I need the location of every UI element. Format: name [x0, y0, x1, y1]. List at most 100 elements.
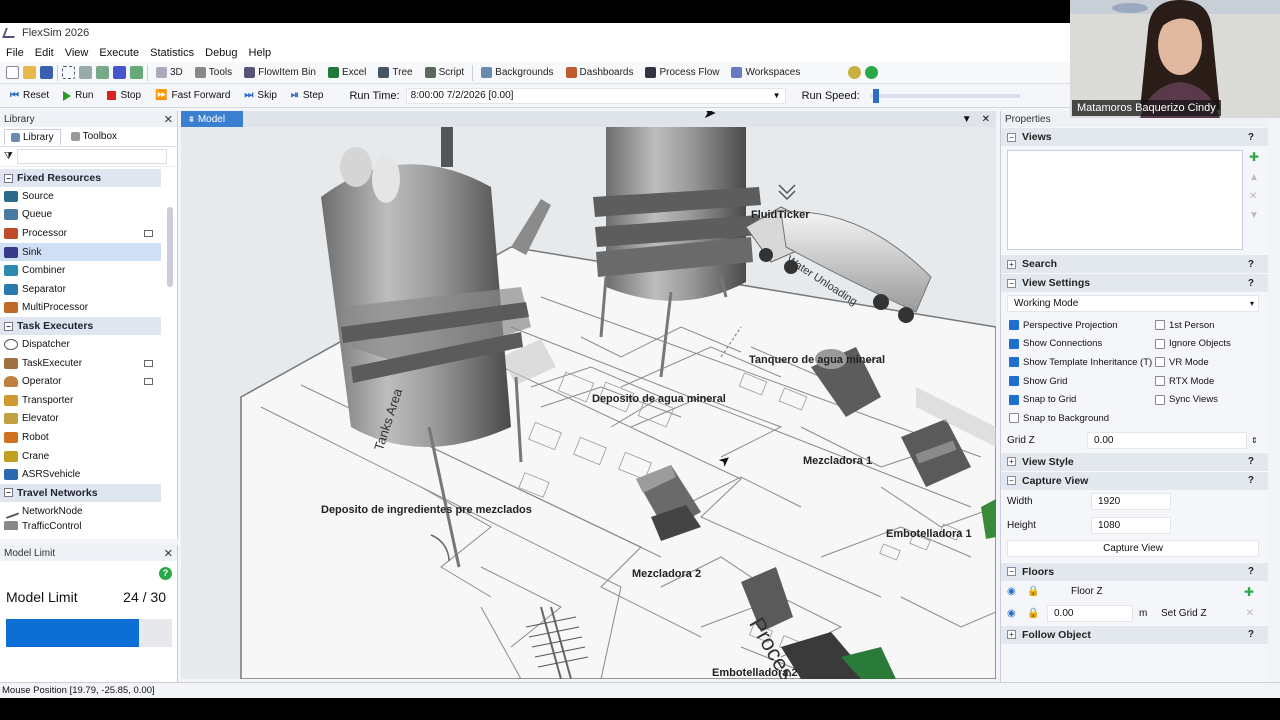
step-button[interactable]: ⏯ Step	[285, 86, 330, 106]
toolbar-script-button[interactable]: Script	[421, 64, 469, 82]
help-icon[interactable]	[865, 66, 879, 79]
help-icon[interactable]: ?	[1248, 629, 1254, 640]
library-item-sink[interactable]: Sink	[0, 242, 161, 262]
library-item-combiner[interactable]: Combiner	[0, 261, 161, 280]
section-view-style[interactable]: + View Style?	[1001, 451, 1268, 471]
chevron-down-icon[interactable]: ▼	[773, 91, 785, 100]
library-filter-input[interactable]	[16, 149, 167, 164]
floor-name[interactable]: Floor Z	[1071, 586, 1103, 597]
help-icon[interactable]: ?	[1248, 566, 1254, 577]
reset-button[interactable]: ⏮ Reset	[4, 86, 55, 106]
color-fill-icon[interactable]	[113, 66, 126, 79]
lock-icon[interactable]: 🔒	[1027, 608, 1047, 619]
collapse-icon[interactable]: −	[1007, 132, 1016, 142]
lock-icon[interactable]: 🔒	[1027, 586, 1071, 597]
toolbar-dashboards-button[interactable]: Dashboards	[562, 64, 638, 82]
spinner-icon[interactable]: ⇕	[1251, 436, 1258, 445]
sync-views-checkbox[interactable]: Sync Views	[1155, 390, 1231, 409]
tab-library[interactable]: Library	[4, 128, 61, 145]
library-item-dispatcher[interactable]: Dispatcher	[0, 335, 161, 354]
set-grid-z-button[interactable]: Set Grid Z	[1161, 608, 1207, 619]
save-icon[interactable]	[40, 66, 53, 79]
tab-toolbox[interactable]: Toolbox	[65, 129, 123, 144]
tab-model[interactable]: ⩩ Model	[181, 111, 244, 127]
perspective-projection-checkbox[interactable]: Perspective Projection	[1009, 316, 1155, 335]
first-person-checkbox[interactable]: 1st Person	[1155, 316, 1231, 335]
library-item-elevator[interactable]: Elevator	[0, 410, 161, 429]
select-mode-icon[interactable]	[62, 66, 75, 79]
library-item-queue[interactable]: Queue	[0, 206, 161, 225]
section-floors[interactable]: − Floors?	[1001, 561, 1268, 581]
expand-icon[interactable]: +	[1007, 457, 1016, 467]
toolbar-backgrounds-button[interactable]: Backgrounds	[477, 64, 557, 82]
collapse-icon[interactable]: −	[4, 321, 13, 331]
new-file-icon[interactable]	[6, 66, 19, 79]
run-speed-thumb[interactable]	[872, 88, 879, 103]
expand-icon[interactable]: +	[1007, 259, 1016, 269]
add-floor-icon[interactable]: ✚	[1244, 585, 1254, 599]
collapse-icon[interactable]: −	[4, 173, 13, 183]
collapse-icon[interactable]: −	[1007, 278, 1016, 288]
eye-icon[interactable]: ◉	[1007, 608, 1027, 619]
delete-floor-icon[interactable]: ✕	[1246, 608, 1254, 619]
library-scrollbar[interactable]	[167, 207, 173, 287]
show-grid-checkbox[interactable]: Show Grid	[1009, 372, 1155, 391]
move-up-icon[interactable]: ▲	[1249, 172, 1259, 183]
fast-forward-button[interactable]: ⏩ Fast Forward	[149, 86, 236, 106]
close-icon[interactable]: ✕	[164, 547, 173, 560]
close-icon[interactable]: ✕	[982, 114, 990, 125]
section-search[interactable]: + Search?	[1001, 254, 1268, 273]
collapse-icon[interactable]: −	[4, 488, 13, 498]
skip-button[interactable]: ⏭ Skip	[238, 86, 282, 106]
library-item-transporter[interactable]: Transporter	[0, 391, 161, 410]
library-category-fixed-resources[interactable]: − Fixed Resources	[0, 169, 161, 187]
library-item-trafficcontrol[interactable]: TrafficControl	[0, 520, 161, 530]
section-follow-object[interactable]: + Follow Object?	[1001, 624, 1268, 644]
menu-file[interactable]: File	[6, 47, 24, 59]
library-item-networknode[interactable]: NetworkNode	[0, 502, 161, 521]
toolbar-3d-button[interactable]: 3D	[152, 64, 187, 82]
help-icon[interactable]: ?	[1248, 456, 1254, 467]
stop-button[interactable]: Stop	[101, 86, 147, 106]
eye-icon[interactable]: ◉	[1007, 586, 1027, 597]
help-icon[interactable]: ?	[1248, 278, 1254, 289]
library-item-operator[interactable]: Operator	[0, 372, 161, 391]
views-list[interactable]	[1007, 150, 1243, 250]
vr-mode-checkbox[interactable]: VR Mode	[1155, 353, 1231, 372]
connect-mode-icon[interactable]	[79, 66, 92, 79]
show-connections-checkbox[interactable]: Show Connections	[1009, 335, 1155, 354]
toolbar-process-flow-button[interactable]: Process Flow	[641, 64, 723, 82]
library-item-separator[interactable]: Separator	[0, 280, 161, 299]
expand-icon[interactable]: +	[1007, 630, 1016, 640]
section-views[interactable]: − Views?	[1001, 127, 1268, 146]
menu-view[interactable]: View	[65, 47, 89, 59]
library-category-task-executers[interactable]: − Task Executers	[0, 317, 161, 336]
floor-z-input[interactable]: 0.00	[1047, 605, 1133, 623]
menu-help[interactable]: Help	[249, 47, 272, 59]
add-view-icon[interactable]: ✚	[1249, 150, 1259, 164]
help-icon[interactable]: ?	[159, 567, 172, 580]
toolbar-excel-button[interactable]: Excel	[324, 64, 370, 82]
library-item-processor[interactable]: Processor	[0, 224, 161, 243]
model-3d-view[interactable]: ⩩ Model ▼ ✕ FluidTicker Water Unloading …	[181, 111, 996, 679]
snap-to-background-checkbox[interactable]: Snap to Background	[1009, 409, 1155, 428]
help-icon[interactable]: ?	[1248, 259, 1254, 270]
library-category-travel-networks[interactable]: − Travel Networks	[0, 483, 161, 502]
library-item-source[interactable]: Source	[0, 187, 161, 206]
width-input[interactable]: 1920	[1091, 493, 1171, 511]
collapse-icon[interactable]: −	[1007, 476, 1016, 486]
run-speed-slider[interactable]	[869, 88, 1020, 103]
menu-edit[interactable]: Edit	[35, 47, 54, 59]
section-view-settings[interactable]: − View Settings?	[1001, 273, 1268, 292]
working-mode-select[interactable]: Working Mode ▾	[1007, 294, 1259, 312]
toolbar-flowitem-bin-button[interactable]: FlowItem Bin	[240, 64, 320, 82]
library-item-taskexecuter[interactable]: TaskExecuter	[0, 354, 161, 373]
capture-view-button[interactable]: Capture View	[1007, 540, 1259, 558]
ignore-objects-checkbox[interactable]: Ignore Objects	[1155, 335, 1231, 354]
menu-statistics[interactable]: Statistics	[150, 47, 194, 59]
rtx-mode-checkbox[interactable]: RTX Mode	[1155, 372, 1231, 391]
menu-debug[interactable]: Debug	[205, 47, 237, 59]
chevron-down-icon[interactable]: ▼	[962, 114, 972, 125]
group-mode-icon[interactable]	[96, 66, 109, 79]
run-button[interactable]: Run	[57, 86, 99, 106]
